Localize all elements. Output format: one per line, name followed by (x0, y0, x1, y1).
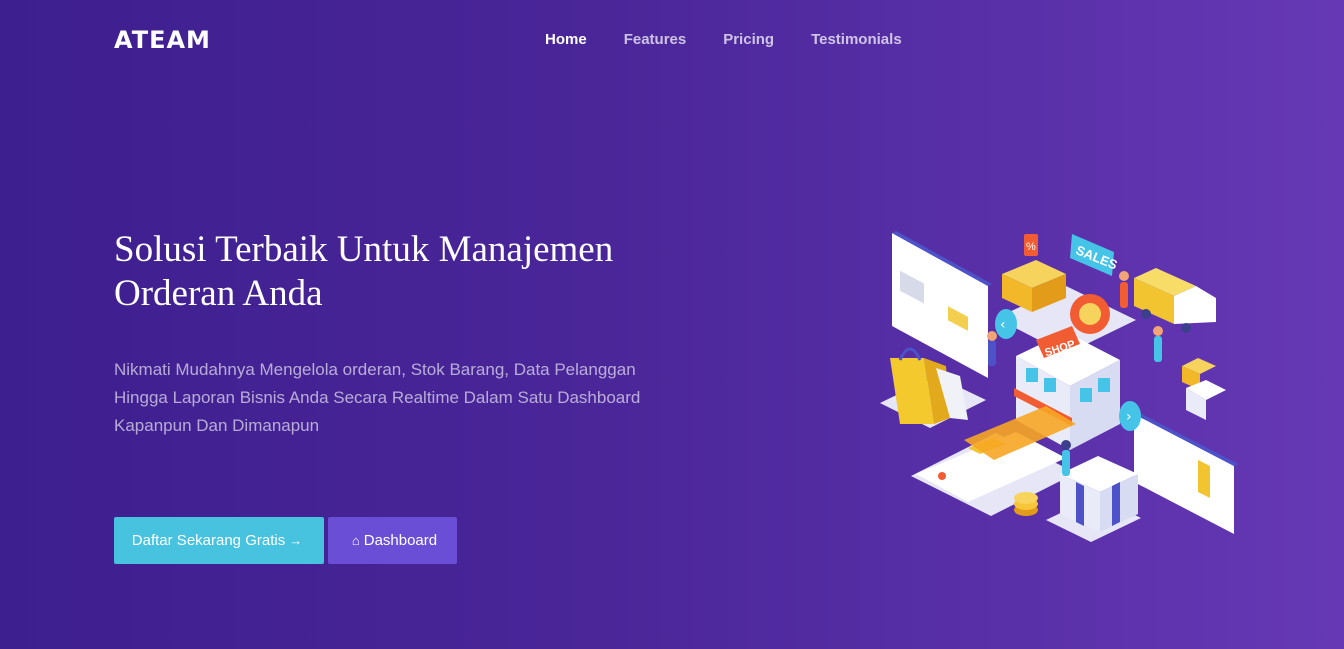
hero-title: Solusi Terbaik Untuk Manajemen Orderan A… (114, 228, 714, 316)
sales-tag: SALES (1070, 234, 1120, 276)
chevron-left-icon: ‹ (1000, 317, 1006, 333)
register-free-button[interactable]: Daftar Sekarang Gratis → (114, 517, 324, 564)
hero-title-line-2: Orderan Anda (114, 273, 323, 314)
arrow-right-icon: → (289, 533, 303, 548)
hero-description: Nikmati Mudahnya Mengelola orderan, Stok… (114, 356, 694, 440)
dashboard-button[interactable]: ⌂ Dashboard (328, 517, 457, 564)
hero-description-line-3: Kapanpun Dan Dimanapun (114, 416, 320, 435)
boxes: % (1002, 234, 1066, 312)
hero-title-line-1: Solusi Terbaik Untuk Manajemen (114, 229, 614, 270)
screen-panel-right (1134, 412, 1238, 534)
register-free-label: Daftar Sekarang Gratis (131, 532, 286, 549)
small-boxes (1182, 358, 1226, 420)
hero-description-line-2: Hingga Laporan Bisnis Anda Secara Realti… (114, 388, 641, 407)
nav-item-features[interactable]: Features (624, 31, 687, 48)
nav-item-pricing[interactable]: Pricing (723, 31, 774, 48)
ecommerce-illustration: % SALES SHOP ‹ › (880, 231, 1238, 542)
nav-menu: Home Features Pricing Testimonials (545, 31, 939, 48)
chevron-right-icon: › (1126, 409, 1132, 425)
coins (1014, 492, 1038, 516)
percent-label: % (1026, 241, 1036, 253)
dashboard-label: Dashboard (363, 532, 438, 549)
nav-item-home[interactable]: Home (545, 31, 587, 48)
screen-panel-left (892, 231, 992, 378)
brand-logo[interactable]: ATEAM (114, 26, 211, 54)
hero-description-line-1: Nikmati Mudahnya Mengelola orderan, Stok… (114, 360, 636, 379)
nav-item-testimonials[interactable]: Testimonials (811, 31, 902, 48)
home-icon: ⌂ (351, 533, 360, 548)
navbar: ATEAM Home Features Pricing Testimonials (0, 0, 1344, 80)
delivery-truck (1134, 268, 1216, 333)
